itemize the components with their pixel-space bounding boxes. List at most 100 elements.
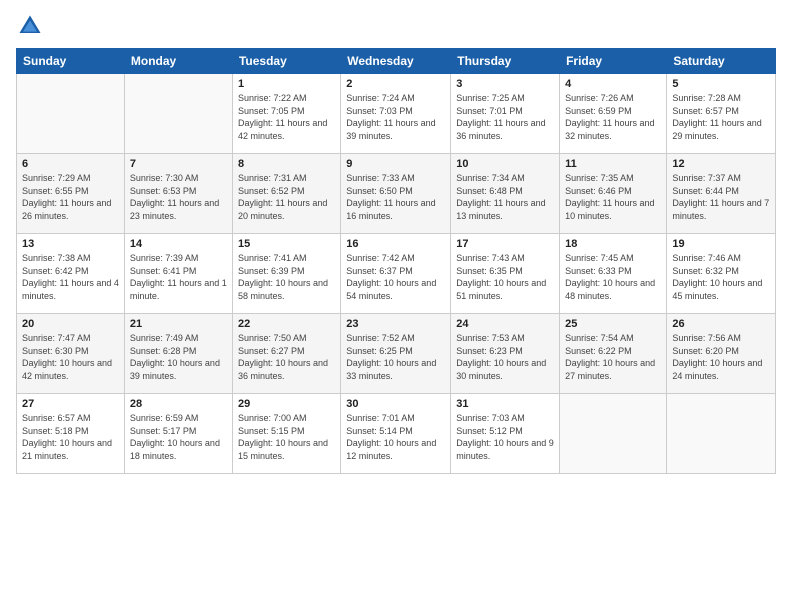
calendar-cell: 10Sunrise: 7:34 AM Sunset: 6:48 PM Dayli… <box>451 154 560 234</box>
day-info: Sunrise: 6:57 AM Sunset: 5:18 PM Dayligh… <box>22 412 119 462</box>
calendar-cell: 3 Sunrise: 7:25 AM Sunset: 7:01 PM Daylig… <box>451 74 560 154</box>
calendar-week-row: 20 Sunrise: 7:47 AM Sunset: 6:30 PM Dayli… <box>17 314 776 394</box>
day-info: Sunrise: 7:03 AM Sunset: 5:12 PM Dayligh… <box>456 412 554 462</box>
day-number: 22 <box>238 318 335 330</box>
calendar-week-row: 1Sunrise: 7:22 AM Sunset: 7:05 PM Daylig… <box>17 74 776 154</box>
day-info: Sunrise: 7:45 AM Sunset: 6:33 PM Dayligh… <box>565 252 661 302</box>
logo-icon <box>16 12 44 40</box>
calendar-cell: 26 Sunrise: 7:56 AM Sunset: 6:20 PM Dayli… <box>667 314 776 394</box>
calendar-day-header: Friday <box>560 49 667 74</box>
day-number: 8 <box>238 158 335 170</box>
day-number: 6 <box>22 158 119 170</box>
calendar-cell: 15 Sunrise: 7:41 AM Sunset: 6:39 PM Dayli… <box>232 234 340 314</box>
day-info: Sunrise: 7:24 AM Sunset: 7:03 PM Dayligh… <box>346 92 445 142</box>
day-number: 31 <box>456 398 554 410</box>
calendar-cell: 2 Sunrise: 7:24 AM Sunset: 7:03 PM Daylig… <box>341 74 451 154</box>
day-info: Sunrise: 7:49 AM Sunset: 6:28 PM Dayligh… <box>130 332 227 382</box>
day-info: Sunrise: 7:47 AM Sunset: 6:30 PM Dayligh… <box>22 332 119 382</box>
calendar-cell: 7 Sunrise: 7:30 AM Sunset: 6:53 PM Daylig… <box>124 154 232 234</box>
day-number: 20 <box>22 318 119 330</box>
day-info: Sunrise: 7:33 AM Sunset: 6:50 PM Dayligh… <box>346 172 445 222</box>
day-info: Sunrise: 6:59 AM Sunset: 5:17 PM Dayligh… <box>130 412 227 462</box>
calendar-cell: 9 Sunrise: 7:33 AM Sunset: 6:50 PM Daylig… <box>341 154 451 234</box>
day-number: 27 <box>22 398 119 410</box>
calendar-day-header: Saturday <box>667 49 776 74</box>
day-info: Sunrise: 7:46 AM Sunset: 6:32 PM Dayligh… <box>672 252 770 302</box>
calendar-week-row: 27 Sunrise: 6:57 AM Sunset: 5:18 PM Dayli… <box>17 394 776 474</box>
calendar-cell: 11 Sunrise: 7:35 AM Sunset: 6:46 PM Dayli… <box>560 154 667 234</box>
day-info: Sunrise: 7:01 AM Sunset: 5:14 PM Dayligh… <box>346 412 445 462</box>
day-info: Sunrise: 7:53 AM Sunset: 6:23 PM Dayligh… <box>456 332 554 382</box>
logo <box>16 12 48 40</box>
calendar-cell <box>17 74 125 154</box>
day-info: Sunrise: 7:31 AM Sunset: 6:52 PM Dayligh… <box>238 172 335 222</box>
day-info: Sunrise: 7:26 AM Sunset: 6:59 PM Dayligh… <box>565 92 661 142</box>
day-number: 15 <box>238 238 335 250</box>
calendar-cell: 23Sunrise: 7:52 AM Sunset: 6:25 PM Dayli… <box>341 314 451 394</box>
calendar-header-row: SundayMondayTuesdayWednesdayThursdayFrid… <box>17 49 776 74</box>
calendar-cell: 12 Sunrise: 7:37 AM Sunset: 6:44 PM Dayli… <box>667 154 776 234</box>
day-number: 3 <box>456 78 554 90</box>
calendar-cell: 29Sunrise: 7:00 AM Sunset: 5:15 PM Dayli… <box>232 394 340 474</box>
calendar-cell: 20 Sunrise: 7:47 AM Sunset: 6:30 PM Dayli… <box>17 314 125 394</box>
day-info: Sunrise: 7:22 AM Sunset: 7:05 PM Dayligh… <box>238 92 335 142</box>
day-number: 7 <box>130 158 227 170</box>
day-number: 24 <box>456 318 554 330</box>
day-info: Sunrise: 7:37 AM Sunset: 6:44 PM Dayligh… <box>672 172 770 222</box>
day-info: Sunrise: 7:38 AM Sunset: 6:42 PM Dayligh… <box>22 252 119 302</box>
calendar-day-header: Wednesday <box>341 49 451 74</box>
day-info: Sunrise: 7:52 AM Sunset: 6:25 PM Dayligh… <box>346 332 445 382</box>
calendar-cell: 14 Sunrise: 7:39 AM Sunset: 6:41 PM Dayli… <box>124 234 232 314</box>
day-info: Sunrise: 7:35 AM Sunset: 6:46 PM Dayligh… <box>565 172 661 222</box>
calendar-cell: 8 Sunrise: 7:31 AM Sunset: 6:52 PM Daylig… <box>232 154 340 234</box>
calendar-cell <box>667 394 776 474</box>
calendar-cell: 4 Sunrise: 7:26 AM Sunset: 6:59 PM Daylig… <box>560 74 667 154</box>
calendar-cell: 31 Sunrise: 7:03 AM Sunset: 5:12 PM Dayli… <box>451 394 560 474</box>
day-info: Sunrise: 7:54 AM Sunset: 6:22 PM Dayligh… <box>565 332 661 382</box>
calendar-cell: 28 Sunrise: 6:59 AM Sunset: 5:17 PM Dayli… <box>124 394 232 474</box>
day-number: 9 <box>346 158 445 170</box>
calendar-day-header: Tuesday <box>232 49 340 74</box>
calendar-cell: 24 Sunrise: 7:53 AM Sunset: 6:23 PM Dayli… <box>451 314 560 394</box>
day-info: Sunrise: 7:42 AM Sunset: 6:37 PM Dayligh… <box>346 252 445 302</box>
day-number: 17 <box>456 238 554 250</box>
day-number: 11 <box>565 158 661 170</box>
day-number: 5 <box>672 78 770 90</box>
day-number: 4 <box>565 78 661 90</box>
header <box>16 12 776 40</box>
day-number: 21 <box>130 318 227 330</box>
calendar-cell: 19Sunrise: 7:46 AM Sunset: 6:32 PM Dayli… <box>667 234 776 314</box>
calendar-day-header: Thursday <box>451 49 560 74</box>
calendar-cell: 5 Sunrise: 7:28 AM Sunset: 6:57 PM Daylig… <box>667 74 776 154</box>
day-number: 26 <box>672 318 770 330</box>
day-info: Sunrise: 7:25 AM Sunset: 7:01 PM Dayligh… <box>456 92 554 142</box>
calendar-cell: 27 Sunrise: 6:57 AM Sunset: 5:18 PM Dayli… <box>17 394 125 474</box>
day-info: Sunrise: 7:41 AM Sunset: 6:39 PM Dayligh… <box>238 252 335 302</box>
calendar-day-header: Monday <box>124 49 232 74</box>
day-info: Sunrise: 7:56 AM Sunset: 6:20 PM Dayligh… <box>672 332 770 382</box>
day-number: 14 <box>130 238 227 250</box>
calendar-table: SundayMondayTuesdayWednesdayThursdayFrid… <box>16 48 776 474</box>
day-info: Sunrise: 7:43 AM Sunset: 6:35 PM Dayligh… <box>456 252 554 302</box>
day-number: 29 <box>238 398 335 410</box>
calendar-week-row: 6Sunrise: 7:29 AM Sunset: 6:55 PM Daylig… <box>17 154 776 234</box>
day-info: Sunrise: 7:30 AM Sunset: 6:53 PM Dayligh… <box>130 172 227 222</box>
day-info: Sunrise: 7:39 AM Sunset: 6:41 PM Dayligh… <box>130 252 227 302</box>
day-number: 2 <box>346 78 445 90</box>
calendar-cell: 18 Sunrise: 7:45 AM Sunset: 6:33 PM Dayli… <box>560 234 667 314</box>
day-number: 12 <box>672 158 770 170</box>
calendar-cell <box>560 394 667 474</box>
calendar-cell: 30 Sunrise: 7:01 AM Sunset: 5:14 PM Dayli… <box>341 394 451 474</box>
calendar-cell: 17 Sunrise: 7:43 AM Sunset: 6:35 PM Dayli… <box>451 234 560 314</box>
calendar-cell <box>124 74 232 154</box>
calendar-cell: 1Sunrise: 7:22 AM Sunset: 7:05 PM Daylig… <box>232 74 340 154</box>
page: SundayMondayTuesdayWednesdayThursdayFrid… <box>0 0 792 612</box>
calendar-cell: 25 Sunrise: 7:54 AM Sunset: 6:22 PM Dayli… <box>560 314 667 394</box>
day-number: 25 <box>565 318 661 330</box>
day-number: 28 <box>130 398 227 410</box>
day-number: 30 <box>346 398 445 410</box>
day-info: Sunrise: 7:28 AM Sunset: 6:57 PM Dayligh… <box>672 92 770 142</box>
calendar-cell: 13 Sunrise: 7:38 AM Sunset: 6:42 PM Dayli… <box>17 234 125 314</box>
day-number: 18 <box>565 238 661 250</box>
day-number: 13 <box>22 238 119 250</box>
